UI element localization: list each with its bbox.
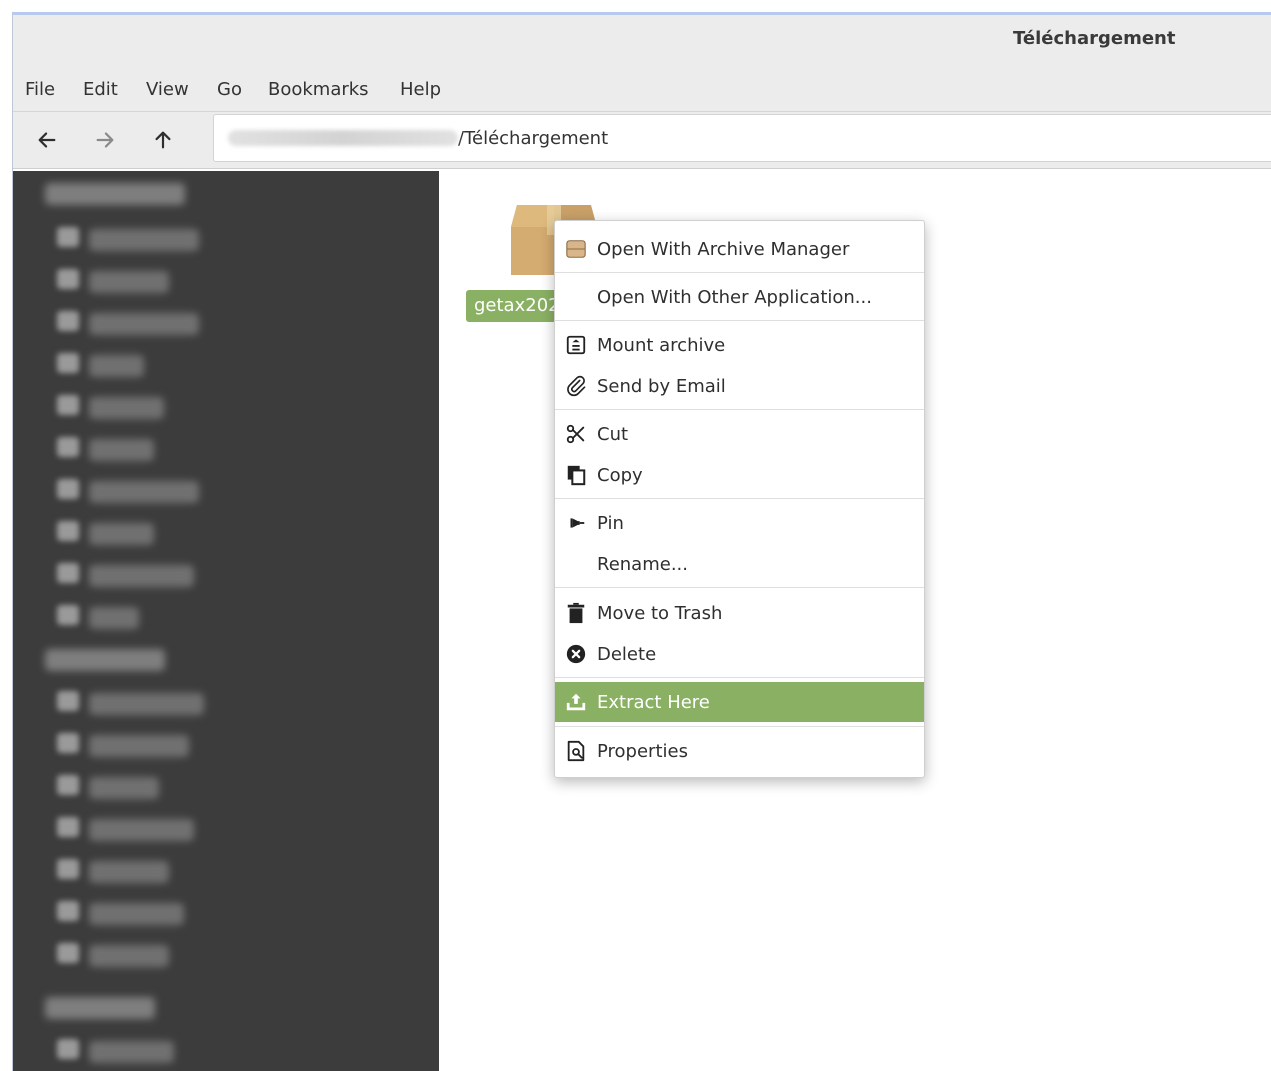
menu-view[interactable]: View: [146, 79, 189, 100]
menu-pin[interactable]: Pin: [555, 503, 924, 543]
sidebar-item-icon: [57, 227, 79, 247]
toolbar: /Téléchargement: [13, 112, 1271, 169]
menu-file[interactable]: File: [25, 79, 55, 100]
properties-icon: [567, 740, 585, 762]
menu-separator: [555, 498, 924, 499]
sidebar-item-blurred[interactable]: [89, 397, 164, 419]
mount-icon: [566, 335, 586, 355]
menu-properties[interactable]: Properties: [555, 731, 924, 771]
menu-send-by-email[interactable]: Send by Email: [555, 366, 924, 406]
sidebar-item-icon: [57, 353, 79, 373]
sidebar-item-icon: [57, 691, 79, 711]
sidebar-item-blurred[interactable]: [89, 481, 199, 503]
delete-icon: [566, 644, 586, 664]
menu-open-with-archive-manager[interactable]: Open With Archive Manager: [555, 229, 924, 269]
up-button[interactable]: [145, 122, 181, 158]
sidebar-item-blurred[interactable]: [89, 565, 194, 587]
sidebar-header-blurred: [45, 997, 155, 1019]
sidebar-item-blurred[interactable]: [89, 313, 199, 335]
window-title: Téléchargement: [1013, 28, 1176, 49]
sidebar-item-icon: [57, 901, 79, 921]
arrow-right-icon: [96, 132, 114, 148]
sidebar-item-blurred[interactable]: [89, 229, 199, 251]
menu-rename[interactable]: Rename...: [555, 544, 924, 584]
sidebar-item-icon: [57, 563, 79, 583]
sidebar-item-icon: [57, 817, 79, 837]
menu-edit[interactable]: Edit: [83, 79, 118, 100]
sidebar-item-blurred[interactable]: [89, 355, 144, 377]
sidebar-item-icon: [57, 395, 79, 415]
menu-separator: [555, 677, 924, 678]
sidebar-item-icon: [57, 521, 79, 541]
sidebar-header-blurred: [45, 183, 185, 205]
menu-separator: [555, 409, 924, 410]
sidebar-item-blurred[interactable]: [89, 945, 169, 967]
menu-help[interactable]: Help: [400, 79, 441, 100]
forward-button[interactable]: [87, 122, 123, 158]
scissors-icon: [566, 424, 585, 444]
sidebar-item-blurred[interactable]: [89, 735, 189, 757]
sidebar-item-blurred[interactable]: [89, 607, 139, 629]
copy-icon: [567, 465, 586, 486]
sidebar-item-icon: [57, 605, 79, 625]
sidebar-item-blurred[interactable]: [89, 439, 154, 461]
menu-separator: [555, 587, 924, 588]
extract-icon: [566, 693, 586, 711]
menu-move-to-trash[interactable]: Move to Trash: [555, 593, 924, 633]
menu-separator: [555, 272, 924, 273]
location-bar[interactable]: /Téléchargement: [213, 114, 1271, 162]
title-bar: Téléchargement: [13, 15, 1271, 63]
location-path-blurred: [228, 130, 458, 146]
sidebar-item-blurred[interactable]: [89, 861, 169, 883]
sidebar-item-icon: [57, 1039, 79, 1059]
sidebar-item-icon: [57, 859, 79, 879]
sidebar-item-icon: [57, 311, 79, 331]
menu-open-with-other-application[interactable]: Open With Other Application...: [555, 277, 924, 317]
archive-manager-icon: [566, 240, 586, 258]
context-menu: Open With Archive Manager Open With Othe…: [554, 220, 925, 778]
sidebar-item-icon: [57, 775, 79, 795]
sidebar-item-blurred[interactable]: [89, 271, 169, 293]
sidebar-item-blurred[interactable]: [89, 523, 154, 545]
sidebar-item-icon: [57, 269, 79, 289]
sidebar-item-blurred[interactable]: [89, 903, 184, 925]
sidebar-item-blurred[interactable]: [89, 693, 204, 715]
sidebar-item-icon: [57, 733, 79, 753]
sidebar-item-blurred[interactable]: [89, 1041, 174, 1063]
sidebar-item-icon: [57, 437, 79, 457]
sidebar-item-icon: [57, 479, 79, 499]
menu-mount-archive[interactable]: Mount archive: [555, 325, 924, 365]
location-path: /Téléchargement: [458, 127, 609, 149]
menu-go[interactable]: Go: [217, 79, 242, 100]
sidebar-item-blurred[interactable]: [89, 819, 194, 841]
back-button[interactable]: [29, 122, 65, 158]
menu-delete[interactable]: Delete: [555, 634, 924, 674]
menu-copy[interactable]: Copy: [555, 455, 924, 495]
sidebar-item-icon: [57, 943, 79, 963]
menu-separator: [555, 726, 924, 727]
paperclip-icon: [567, 375, 586, 397]
sidebar-item-blurred[interactable]: [89, 777, 159, 799]
menu-extract-here[interactable]: Extract Here: [555, 682, 924, 722]
trash-icon: [567, 602, 585, 624]
menu-cut[interactable]: Cut: [555, 414, 924, 454]
pin-icon: [570, 518, 585, 528]
menu-bookmarks[interactable]: Bookmarks: [268, 79, 369, 100]
arrow-left-icon: [38, 132, 56, 148]
sidebar-header-blurred: [45, 649, 165, 671]
sidebar: [13, 171, 439, 1071]
menu-separator: [555, 320, 924, 321]
arrow-up-icon: [155, 131, 171, 149]
menu-bar: File Edit View Go Bookmarks Help: [13, 63, 1271, 112]
